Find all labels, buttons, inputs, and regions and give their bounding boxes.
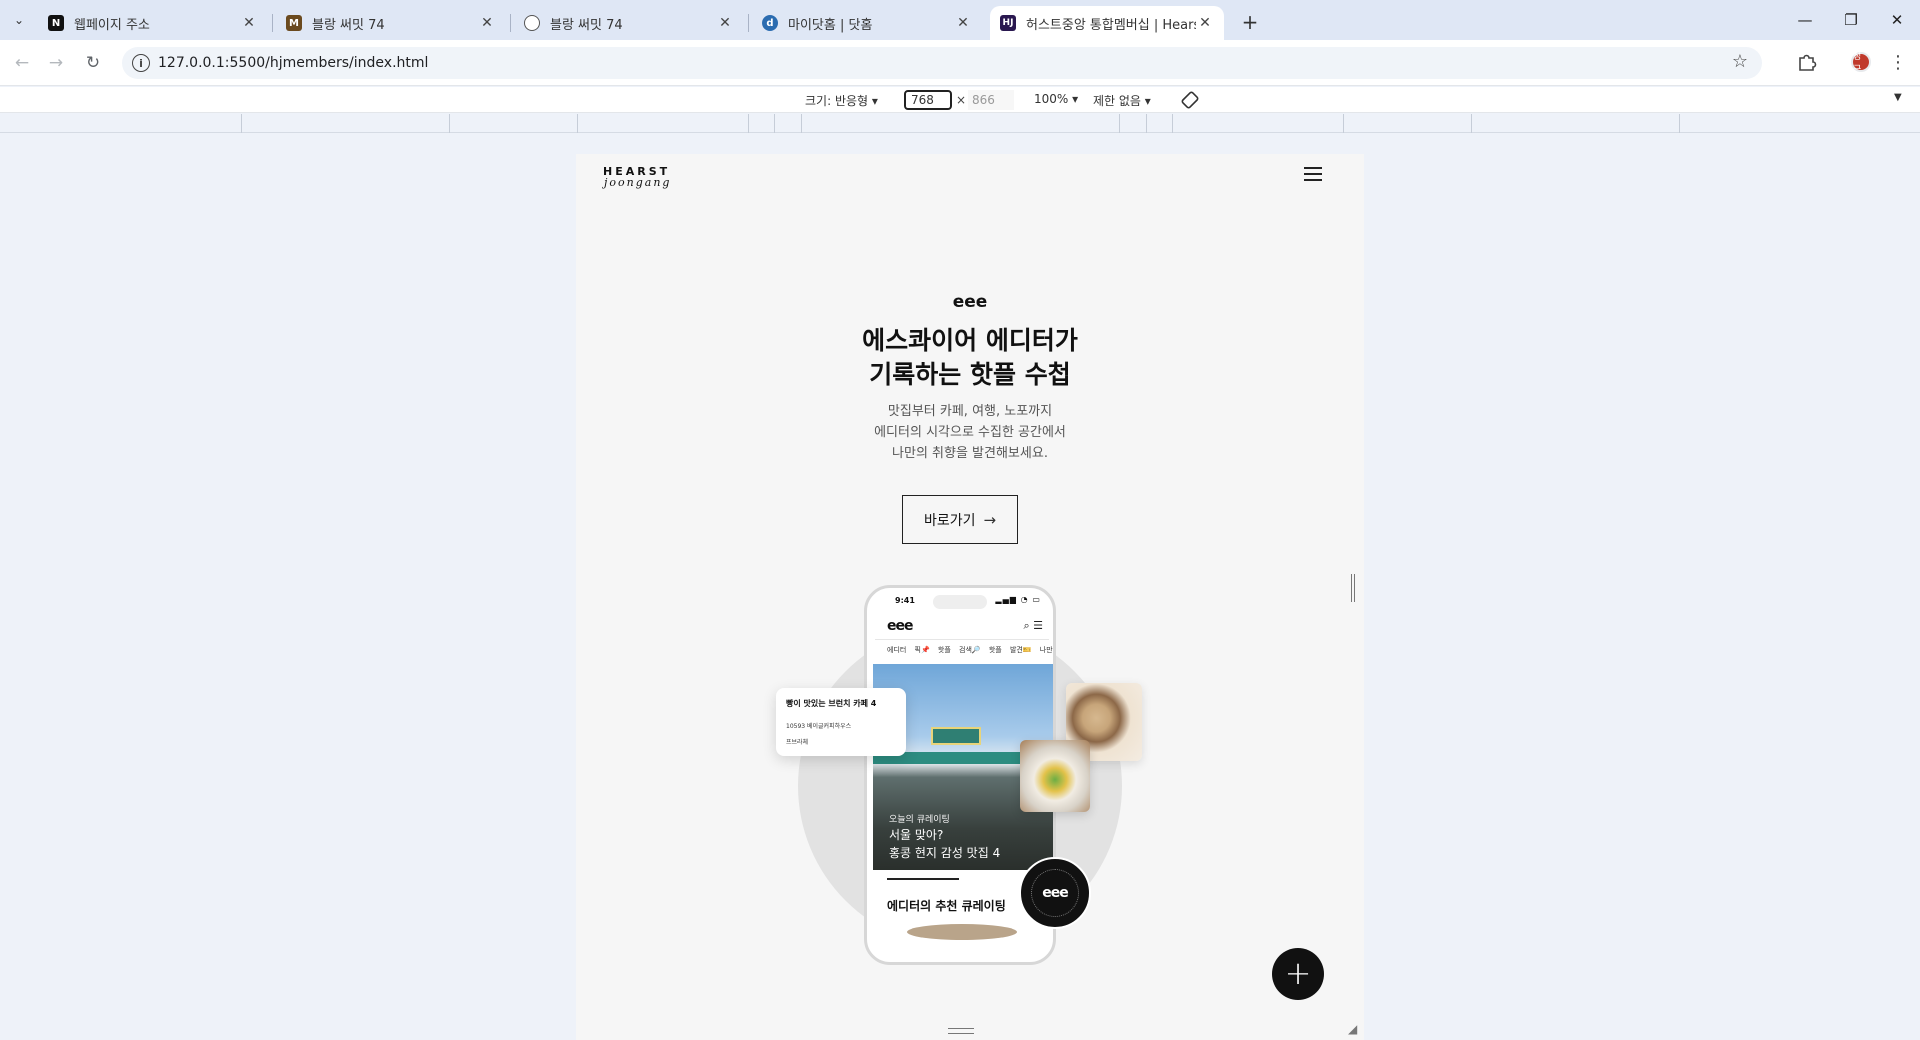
menu-kebab-icon[interactable]: ⋮ (1888, 50, 1908, 74)
tab-title: 웹페이지 주소 (74, 17, 150, 33)
phone-logo: eee (887, 618, 913, 634)
rotate-icon[interactable] (1180, 90, 1200, 110)
globe-icon (524, 15, 540, 31)
bookmark-star-icon[interactable]: ☆ (1732, 51, 1748, 72)
close-icon[interactable]: ✕ (954, 14, 972, 32)
close-icon[interactable]: ✕ (240, 14, 258, 32)
throttling-dropdown[interactable]: 제한 없음 ▾ (1093, 92, 1151, 109)
tab-title: 허스트중앙 통합멤버십 | Hearst (1026, 17, 1196, 33)
hero-brand: eee (952, 292, 988, 312)
dothome-favicon-icon: d (762, 15, 778, 31)
tab-2[interactable]: M 블랑 써밋 74 ✕ (276, 6, 506, 40)
restore-icon[interactable]: ❐ (1828, 0, 1874, 40)
profile-avatar[interactable]: 정근 (1851, 52, 1871, 75)
hero-description: 맛집부터 카페, 여행, 노포까지 에디터의 시각으로 수집한 공간에서 나만의… (874, 404, 1066, 461)
emulated-viewport: HEARST joongang eee 에스콰이어 에디터가 기록하는 핫플 수… (576, 154, 1364, 1040)
tab-strip: ⌄ N 웹페이지 주소 ✕ M 블랑 써밋 74 ✕ 블랑 써밋 74 ✕ d … (0, 0, 1920, 40)
zoom-dropdown[interactable]: 100% ▾ (1034, 92, 1078, 106)
device-toolbar: 크기: 반응형 ▾ 768 × 866 100% ▾ 제한 없음 ▾ ▼ (0, 87, 1920, 113)
minimize-icon[interactable]: — (1782, 0, 1828, 40)
device-more-chevron-icon[interactable]: ▼ (1894, 92, 1902, 103)
close-icon[interactable]: ✕ (1196, 14, 1214, 32)
extensions-puzzle-icon[interactable] (1796, 50, 1818, 72)
phone-search-menu-icon: ⌕ ☰ (1023, 619, 1043, 632)
dimension-separator: × (956, 93, 967, 107)
hj-favicon-icon: HJ (1000, 15, 1016, 31)
tab-title: 마이닷홈 | 닷홈 (788, 17, 873, 33)
arrow-right-icon: → (983, 510, 997, 529)
address-bar[interactable]: i 127.0.0.1:5500/hjmembers/index.html ☆ (122, 47, 1762, 79)
tab-5-active[interactable]: HJ 허스트중앙 통합멤버십 | Hearst ✕ (990, 6, 1224, 40)
hearst-joongang-logo[interactable]: HEARST joongang (603, 165, 671, 189)
new-tab-plus-icon[interactable]: + (1236, 8, 1264, 36)
viewport-resize-corner-icon[interactable]: ◢ (1348, 1022, 1362, 1036)
window-close-icon[interactable]: ✕ (1874, 0, 1920, 40)
hero-title: 에스콰이어 에디터가 기록하는 핫플 수첩 (862, 326, 1078, 389)
reload-icon[interactable]: ↻ (80, 50, 106, 76)
phone-section-title: 에디터의 추천 큐레이팅 (887, 899, 1006, 913)
tab-title: 블랑 써밋 74 (550, 17, 623, 33)
close-icon[interactable]: ✕ (716, 14, 734, 32)
tab-4[interactable]: d 마이닷홈 | 닷홈 ✕ (752, 6, 982, 40)
tab-3[interactable]: 블랑 써밋 74 ✕ (514, 6, 744, 40)
media-query-ruler (0, 114, 1920, 133)
viewport-height-input[interactable]: 866 (968, 90, 1014, 110)
notion-favicon-icon: N (48, 15, 64, 31)
site-info-icon[interactable]: i (132, 54, 150, 72)
site-favicon-icon: M (286, 15, 302, 31)
floating-list-card: 빵이 맛있는 브런치 카페 4 10593 베이글커피하우스 프브라체 (776, 688, 906, 756)
browser-toolbar: ← → ↻ i 127.0.0.1:5500/hjmembers/index.h… (0, 40, 1920, 86)
eee-circle-badge: eee (1019, 857, 1091, 929)
close-icon[interactable]: ✕ (478, 14, 496, 32)
signal-battery-icon: ▂▄▆ ◔ ▭ (995, 595, 1041, 604)
viewport-width-input[interactable]: 768 (904, 90, 952, 110)
url-text[interactable]: 127.0.0.1:5500/hjmembers/index.html (158, 55, 428, 71)
floating-add-button[interactable]: + (1272, 948, 1324, 1000)
tab-title: 블랑 써밋 74 (312, 17, 385, 33)
viewport-resize-handle-right[interactable] (1351, 574, 1355, 602)
device-size-dropdown[interactable]: 크기: 반응형 ▾ (805, 92, 878, 109)
hamburger-menu-icon[interactable] (1304, 167, 1322, 183)
brunch-plate-photo (1020, 740, 1090, 812)
tab-search-chevron-icon[interactable]: ⌄ (6, 7, 32, 33)
viewport-resize-handle-bottom[interactable] (948, 1028, 974, 1034)
phone-category-tabs: 에디터 픽📌 핫플 검색🔎 핫플 발견🎫 나만의 (887, 646, 1056, 654)
go-button[interactable]: 바로가기 → (902, 495, 1018, 544)
phone-status-bar: 9:41 ▂▄▆ ◔ ▭ (867, 588, 1053, 610)
tab-1[interactable]: N 웹페이지 주소 ✕ (38, 6, 268, 40)
back-arrow-icon[interactable]: ← (9, 50, 35, 76)
forward-arrow-icon[interactable]: → (43, 50, 69, 76)
